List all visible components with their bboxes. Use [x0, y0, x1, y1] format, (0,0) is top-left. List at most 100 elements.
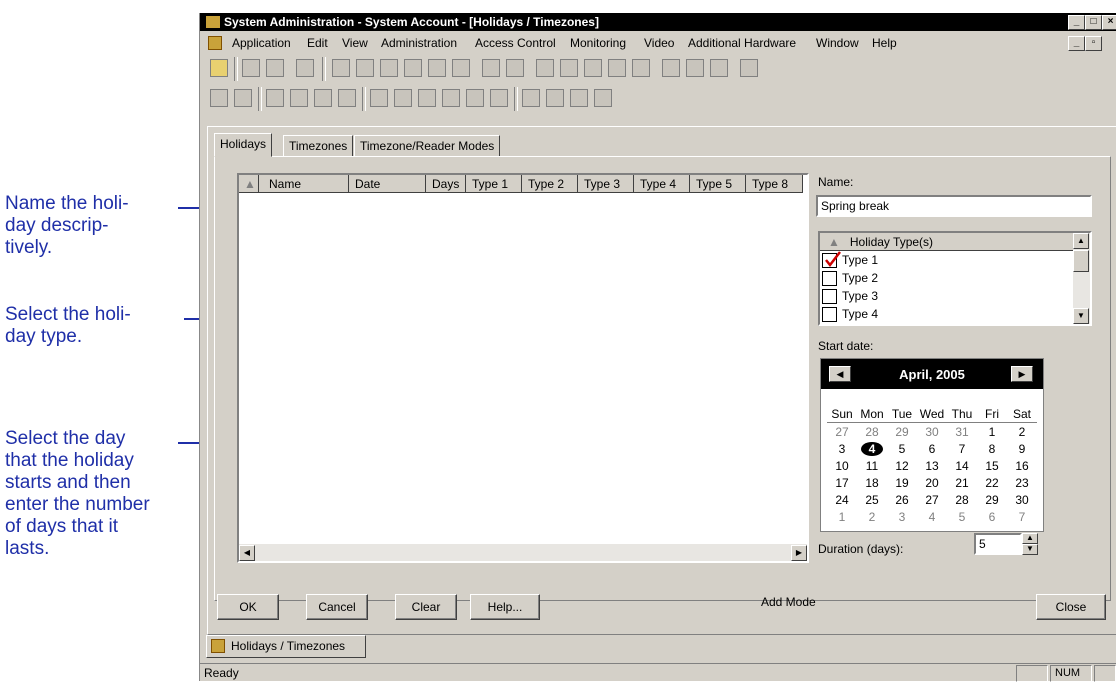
column-header-name[interactable]: Name: [259, 175, 349, 193]
calendar-day[interactable]: 28: [947, 493, 977, 507]
calendar-day[interactable]: 26: [887, 493, 917, 507]
door-icon[interactable]: [394, 89, 412, 107]
column-header-date[interactable]: Date: [349, 175, 426, 193]
ok-button[interactable]: OK: [217, 594, 279, 620]
scroll-left-button[interactable]: ◀: [239, 545, 255, 561]
report-icon[interactable]: [404, 59, 422, 77]
calendar-day[interactable]: 4: [917, 510, 947, 524]
calendar-day[interactable]: 18: [857, 476, 887, 490]
calendar-day[interactable]: 21: [947, 476, 977, 490]
menu-video[interactable]: Video: [644, 32, 674, 54]
doc-minimize-button[interactable]: _: [1068, 36, 1085, 51]
visitor-icon[interactable]: [356, 59, 374, 77]
calendar-day[interactable]: 23: [1007, 476, 1037, 490]
access-group-icon[interactable]: [560, 59, 578, 77]
help-icon[interactable]: [296, 59, 314, 77]
calendar-day[interactable]: 22: [977, 476, 1007, 490]
menu-application[interactable]: Application: [232, 32, 291, 54]
network-icon[interactable]: [740, 59, 758, 77]
calendar-day[interactable]: 6: [977, 510, 1007, 524]
holiday-type-row[interactable]: Type 4: [822, 305, 878, 322]
access-level-icon[interactable]: [536, 59, 554, 77]
column-header-type4[interactable]: Type 4: [634, 175, 690, 193]
calendar-day-selected[interactable]: 4: [861, 442, 883, 456]
column-header-days[interactable]: Days: [426, 175, 466, 193]
menu-access-control[interactable]: Access Control: [475, 32, 556, 54]
calendar-day[interactable]: 31: [947, 425, 977, 439]
document-tab[interactable]: Holidays / Timezones: [206, 635, 366, 658]
calendar-day[interactable]: 7: [1007, 510, 1037, 524]
tab-timezone-reader-modes[interactable]: Timezone/Reader Modes: [354, 135, 501, 157]
calendar-day[interactable]: 9: [1007, 442, 1037, 456]
menu-additional-hardware[interactable]: Additional Hardware: [688, 32, 796, 54]
tab-holidays[interactable]: Holidays: [214, 133, 273, 157]
cancel-button[interactable]: Cancel: [306, 594, 368, 620]
calendar-day[interactable]: 8: [977, 442, 1007, 456]
minimize-button[interactable]: _: [1068, 15, 1085, 30]
matrix-icon[interactable]: [466, 89, 484, 107]
user-icon[interactable]: [482, 59, 500, 77]
window-icon[interactable]: [452, 59, 470, 77]
start-date-calendar[interactable]: ◀ April, 2005 ▶ Sun Mon Tue Wed Thu Fri Sat 27…: [820, 358, 1044, 532]
calendar-day[interactable]: 5: [947, 510, 977, 524]
group-icon[interactable]: [546, 89, 564, 107]
spin-up-button[interactable]: ▲: [1022, 533, 1038, 544]
calendar-day[interactable]: 2: [1007, 425, 1037, 439]
close-dialog-button[interactable]: Close: [1036, 594, 1106, 620]
dvr-icon[interactable]: [442, 89, 460, 107]
calendar-day[interactable]: 5: [887, 442, 917, 456]
column-header-type5[interactable]: Type 5: [690, 175, 746, 193]
maximize-button[interactable]: □: [1085, 15, 1102, 30]
controller-icon[interactable]: [266, 89, 284, 107]
calendar-day[interactable]: 2: [857, 510, 887, 524]
column-header-type8[interactable]: Type 8: [746, 175, 803, 193]
type1-checkbox[interactable]: [822, 251, 841, 268]
holiday-type-row[interactable]: Type 2: [822, 269, 878, 287]
calendar-day[interactable]: 1: [977, 425, 1007, 439]
calendar-day[interactable]: 29: [977, 493, 1007, 507]
duration-input[interactable]: 5: [974, 533, 1022, 555]
camera-icon[interactable]: [314, 89, 332, 107]
calendar-day[interactable]: 20: [917, 476, 947, 490]
zone-icon[interactable]: [418, 89, 436, 107]
calendar-day[interactable]: 27: [917, 493, 947, 507]
calendar-day[interactable]: 27: [827, 425, 857, 439]
holiday-types-header[interactable]: ▲ Holiday Type(s): [820, 233, 1074, 251]
calendar-day[interactable]: 13: [917, 459, 947, 473]
calendar-day[interactable]: 15: [977, 459, 1007, 473]
calendar-day[interactable]: 19: [887, 476, 917, 490]
calendar-day[interactable]: 28: [857, 425, 887, 439]
calendar-day[interactable]: 3: [887, 510, 917, 524]
scroll-thumb[interactable]: [1073, 250, 1089, 272]
calendar-day[interactable]: 10: [827, 459, 857, 473]
calendar-day[interactable]: 6: [917, 442, 947, 456]
column-header-type1[interactable]: Type 1: [466, 175, 522, 193]
calendar-day[interactable]: 7: [947, 442, 977, 456]
close-button[interactable]: ×: [1102, 15, 1116, 30]
io-icon[interactable]: [290, 89, 308, 107]
spin-down-button[interactable]: ▼: [1022, 544, 1038, 555]
name-input[interactable]: Spring break: [816, 195, 1092, 217]
calendar-day[interactable]: 1: [827, 510, 857, 524]
menu-view[interactable]: View: [342, 32, 368, 54]
menu-help[interactable]: Help: [872, 32, 897, 54]
elevator-icon[interactable]: [584, 59, 602, 77]
scroll-right-button[interactable]: ▶: [791, 545, 807, 561]
scroll-up-button[interactable]: ▲: [1073, 233, 1089, 249]
type3-checkbox[interactable]: [822, 289, 837, 304]
calendar-day[interactable]: 30: [917, 425, 947, 439]
guard-icon[interactable]: [594, 89, 612, 107]
calendar-day[interactable]: 30: [1007, 493, 1037, 507]
holiday-types-list[interactable]: ▲ Holiday Type(s) Type 1 Type 2 Type 3 Ty…: [818, 231, 1092, 326]
column-header-sort[interactable]: ▲: [239, 175, 259, 193]
menu-window[interactable]: Window: [816, 32, 859, 54]
print-icon[interactable]: [266, 59, 284, 77]
print-preview-icon[interactable]: [242, 59, 260, 77]
asset-icon[interactable]: [380, 59, 398, 77]
calendar-day[interactable]: 24: [827, 493, 857, 507]
reader-icon[interactable]: [608, 59, 626, 77]
column-header-type2[interactable]: Type 2: [522, 175, 578, 193]
holiday-type-row[interactable]: Type 3: [822, 287, 878, 305]
key-icon[interactable]: [210, 59, 228, 77]
menu-edit[interactable]: Edit: [307, 32, 328, 54]
